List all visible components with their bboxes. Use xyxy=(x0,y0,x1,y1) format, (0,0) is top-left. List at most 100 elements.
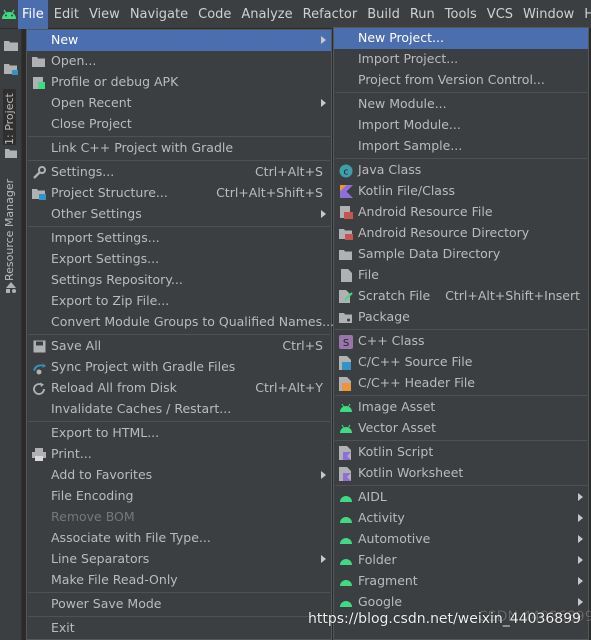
file-line-separators[interactable]: Line Separators xyxy=(27,549,331,570)
file-reload-disk[interactable]: Reload All from Disk Ctrl+Alt+Y xyxy=(27,378,331,399)
file-new[interactable]: New xyxy=(27,30,331,51)
menu-run[interactable]: Run xyxy=(406,0,439,29)
cpp-class-icon: S xyxy=(338,334,354,349)
new-java-class[interactable]: c Java Class xyxy=(334,160,588,181)
menu-vcs[interactable]: VCS xyxy=(483,0,517,29)
project-structure-icon xyxy=(31,186,47,201)
menu-help[interactable]: He xyxy=(580,0,591,29)
menu-separator xyxy=(28,616,330,617)
file-print[interactable]: Print... xyxy=(27,444,331,465)
menu-code[interactable]: Code xyxy=(194,0,235,29)
submenu-arrow-icon xyxy=(578,556,583,564)
submenu-arrow-icon xyxy=(578,598,583,606)
menu-file[interactable]: File xyxy=(18,0,48,29)
printer-icon xyxy=(31,447,47,462)
project-from-vcs[interactable]: Project from Version Control... xyxy=(334,70,588,91)
refresh-icon xyxy=(31,381,47,396)
file-convert-module-groups[interactable]: Convert Module Groups to Qualified Names… xyxy=(27,312,334,333)
new-module[interactable]: New Module... xyxy=(334,94,588,115)
file-sync-gradle[interactable]: Sync Project with Gradle Files xyxy=(27,357,331,378)
submenu-arrow-icon xyxy=(578,493,583,501)
folder-open-icon[interactable] xyxy=(4,63,18,75)
submenu-arrow-icon xyxy=(578,535,583,543)
file-profile-apk[interactable]: Profile or debug APK xyxy=(27,72,331,93)
android-icon xyxy=(338,595,354,610)
new-kotlin-file[interactable]: Kotlin File/Class xyxy=(334,181,588,202)
file-remove-bom: Remove BOM xyxy=(51,509,135,524)
file-close-project[interactable]: Close Project xyxy=(27,114,331,135)
menu-bar: File Edit View Navigate Code Analyze Ref… xyxy=(0,0,591,29)
submenu-arrow-icon xyxy=(321,471,326,479)
file-open[interactable]: Open... xyxy=(27,51,331,72)
save-icon xyxy=(31,339,47,354)
new-cpp-class[interactable]: S C++ Class xyxy=(334,331,588,352)
new-android-resource-dir[interactable]: Android Resource Directory xyxy=(334,223,588,244)
tool-window-strip: 1: Project Resource Manager xyxy=(0,29,22,640)
new-file[interactable]: File xyxy=(334,265,588,286)
import-sample[interactable]: Import Sample... xyxy=(334,136,588,157)
new-sample-data-dir[interactable]: Sample Data Directory xyxy=(334,244,588,265)
file-invalidate-caches[interactable]: Invalidate Caches / Restart... xyxy=(27,399,331,420)
menu-view[interactable]: View xyxy=(85,0,124,29)
android-icon xyxy=(338,400,354,415)
file-icon xyxy=(338,268,354,283)
new-kotlin-script[interactable]: Kotlin Script xyxy=(334,442,588,463)
menu-separator xyxy=(335,92,587,93)
file-settings-repository[interactable]: Settings Repository... xyxy=(27,270,331,291)
new-image-asset[interactable]: Image Asset xyxy=(334,397,588,418)
file-import-settings[interactable]: Import Settings... xyxy=(27,228,331,249)
file-export-settings[interactable]: Export Settings... xyxy=(27,249,331,270)
menu-build[interactable]: Build xyxy=(363,0,404,29)
new-cpp-header[interactable]: C/C++ Header File xyxy=(334,373,588,394)
resource-manager-tab[interactable]: Resource Manager xyxy=(3,179,16,281)
menu-separator xyxy=(28,334,330,335)
new-aidl[interactable]: AIDL xyxy=(334,487,588,508)
menu-window[interactable]: Window xyxy=(519,0,578,29)
menu-analyze[interactable]: Analyze xyxy=(237,0,296,29)
import-project[interactable]: Import Project... xyxy=(334,49,588,70)
new-activity[interactable]: Activity xyxy=(334,508,588,529)
new-automotive[interactable]: Automotive xyxy=(334,529,588,550)
new-scratch-file[interactable]: Scratch File Ctrl+Alt+Shift+Insert xyxy=(334,286,588,307)
file-power-save[interactable]: Power Save Mode xyxy=(27,594,331,615)
file-open-recent[interactable]: Open Recent xyxy=(27,93,331,114)
file-make-readonly[interactable]: Make File Read-Only xyxy=(27,570,331,591)
kotlin-script-icon xyxy=(338,445,354,460)
menu-separator xyxy=(335,329,587,330)
file-associate-type[interactable]: Associate with File Type... xyxy=(27,528,331,549)
file-export-html[interactable]: Export to HTML... xyxy=(27,423,331,444)
menu-separator xyxy=(335,158,587,159)
folder-icon[interactable] xyxy=(4,39,18,51)
submenu-arrow-icon xyxy=(321,99,326,107)
menu-edit[interactable]: Edit xyxy=(50,0,83,29)
file-export-zip[interactable]: Export to Zip File... xyxy=(27,291,331,312)
import-module[interactable]: Import Module... xyxy=(334,115,588,136)
kotlin-file-icon xyxy=(338,184,354,199)
java-class-icon: c xyxy=(338,163,354,178)
file-encoding[interactable]: File Encoding xyxy=(27,486,331,507)
cpp-header-icon xyxy=(338,376,354,391)
file-other-settings[interactable]: Other Settings xyxy=(27,204,331,225)
new-cpp-source[interactable]: C/C++ Source File xyxy=(334,352,588,373)
file-project-structure[interactable]: Project Structure... Ctrl+Alt+Shift+S xyxy=(27,183,331,204)
new-package[interactable]: Package xyxy=(334,307,588,328)
submenu-arrow-icon xyxy=(578,577,583,585)
project-tool-tab[interactable]: 1: Project xyxy=(3,89,16,145)
new-kotlin-worksheet[interactable]: Kotlin Worksheet xyxy=(334,463,588,484)
new-project[interactable]: New Project... xyxy=(334,28,588,49)
file-save-all[interactable]: Save All Ctrl+S xyxy=(27,336,331,357)
package-icon xyxy=(338,310,354,325)
file-link-cpp[interactable]: Link C++ Project with Gradle xyxy=(27,138,331,159)
new-android-resource-file[interactable]: Android Resource File xyxy=(334,202,588,223)
file-exit[interactable]: Exit xyxy=(27,618,331,639)
menu-refactor[interactable]: Refactor xyxy=(299,0,362,29)
new-vector-asset[interactable]: Vector Asset xyxy=(334,418,588,439)
file-add-favorites[interactable]: Add to Favorites xyxy=(27,465,331,486)
menu-navigate[interactable]: Navigate xyxy=(126,0,192,29)
submenu-arrow-icon xyxy=(321,555,326,563)
new-folder[interactable]: Folder xyxy=(334,550,588,571)
file-menu: New Open... Profile or debug APK Open Re… xyxy=(26,29,334,640)
menu-tools[interactable]: Tools xyxy=(441,0,481,29)
new-fragment[interactable]: Fragment xyxy=(334,571,588,592)
file-settings[interactable]: Settings... Ctrl+Alt+S xyxy=(27,162,331,183)
